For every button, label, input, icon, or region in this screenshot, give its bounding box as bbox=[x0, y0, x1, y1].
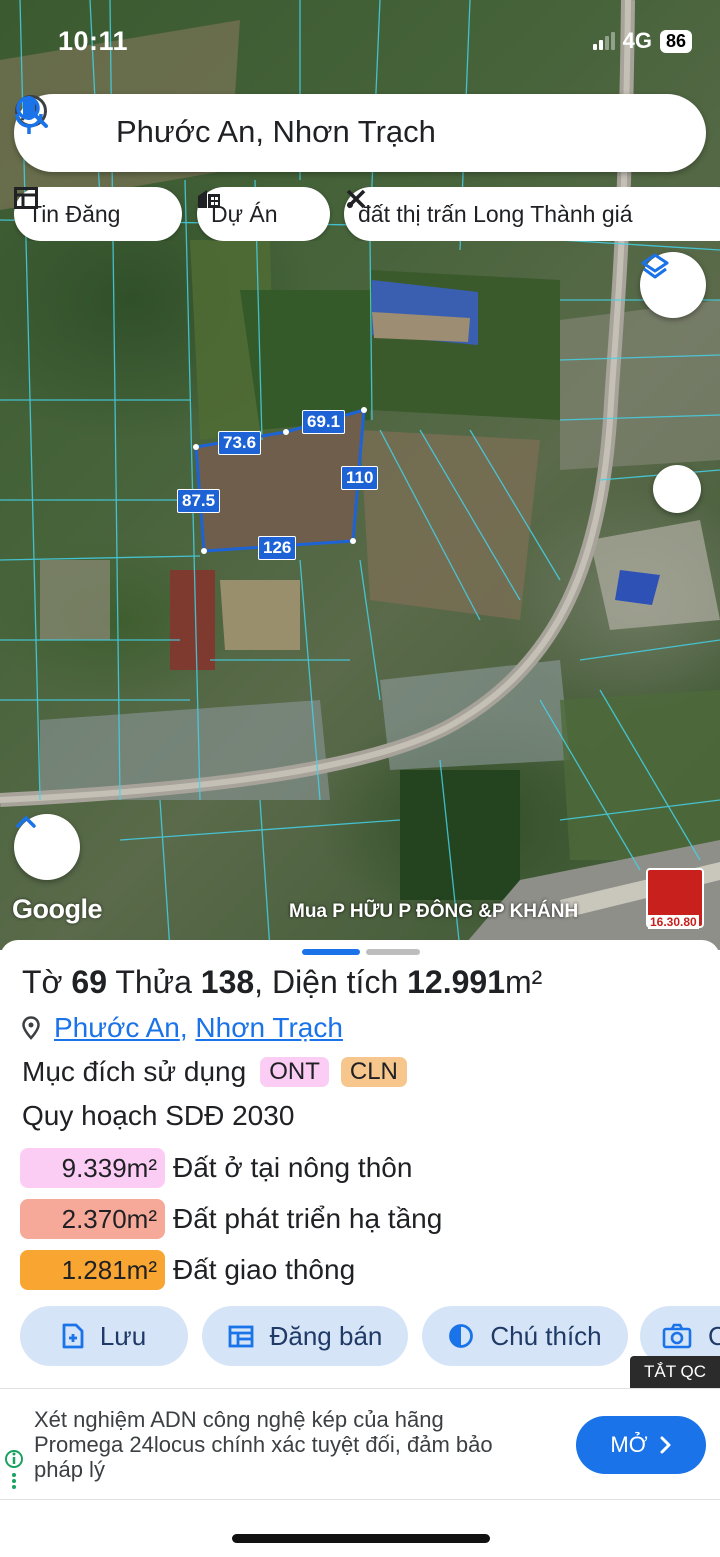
sheet-pager[interactable] bbox=[302, 949, 420, 955]
expand-sheet-button[interactable] bbox=[14, 814, 80, 880]
area-unit: m² bbox=[505, 964, 543, 1000]
location-handle[interactable] bbox=[653, 465, 701, 513]
ward-link[interactable]: Phước An bbox=[54, 1012, 180, 1044]
search-bar[interactable]: Phước An, Nhơn Trạch bbox=[14, 94, 706, 172]
ad-open-label: MỞ bbox=[610, 1432, 648, 1457]
plan-row: 2.370m² Đất phát triển hạ tầng bbox=[20, 1199, 442, 1239]
dimension-label: 87.5 bbox=[177, 489, 221, 513]
google-logo: Google bbox=[12, 894, 103, 924]
purpose-badge-cln[interactable]: CLN bbox=[340, 1057, 407, 1087]
search-input[interactable]: Phước An, Nhơn Trạch bbox=[116, 114, 436, 150]
building-icon bbox=[198, 190, 220, 208]
chevron-right-icon bbox=[660, 1436, 671, 1454]
chip-search-suggestion[interactable]: đất thị trấn Long Thành giá bbox=[344, 187, 720, 241]
ad-banner[interactable]: Xét nghiệm ADN công nghệ kép của hãng Pr… bbox=[0, 1388, 720, 1500]
ad-text[interactable]: Xét nghiệm ADN công nghệ kép của hãng Pr… bbox=[34, 1407, 534, 1482]
map-view[interactable]: 69.1 73.6 110 87.5 126 10:11 4G 86 Phước… bbox=[0, 0, 720, 950]
legend-label: Chú thích bbox=[490, 1320, 602, 1351]
post-sale-label: Đăng bán bbox=[269, 1320, 383, 1351]
dimension-label: 69.1 bbox=[302, 410, 346, 434]
ad-thumbnail-phone: 16.30.80 bbox=[648, 915, 699, 929]
signal-icon bbox=[592, 32, 615, 50]
camera-icon bbox=[662, 1323, 692, 1349]
parcel-location: Phước An, Nhơn Trạch bbox=[22, 1012, 343, 1044]
dimension-label: 73.6 bbox=[218, 431, 262, 455]
plan-title: Quy hoạch SDĐ 2030 bbox=[22, 1100, 295, 1131]
legend-button[interactable]: Chú thích bbox=[422, 1306, 628, 1366]
save-label: Lưu bbox=[99, 1320, 147, 1351]
hide-ads-button[interactable]: TẮT QC bbox=[630, 1356, 720, 1388]
network-type: 4G bbox=[622, 28, 652, 53]
chip-du-an[interactable]: Dự Án bbox=[197, 187, 330, 241]
post-sale-button[interactable]: Đăng bán bbox=[202, 1306, 408, 1366]
action-bar: Lưu Đăng bán Chú thích C bbox=[20, 1306, 720, 1366]
home-indicator[interactable] bbox=[232, 1534, 490, 1543]
dimension-label: 110 bbox=[341, 466, 379, 490]
add-document-icon bbox=[62, 1323, 84, 1349]
chevron-up-icon bbox=[16, 816, 36, 828]
parcel-area: 12.991 bbox=[407, 964, 505, 1000]
map-ad-caption[interactable]: Mua P HỮU P ĐÔNG &P KHÁNH bbox=[289, 901, 578, 923]
layers-button[interactable] bbox=[640, 252, 706, 318]
plan-area-value: 9.339m² bbox=[20, 1148, 165, 1188]
lot-number: 138 bbox=[200, 964, 255, 1000]
ad-info-icon[interactable] bbox=[4, 1449, 24, 1489]
listing-icon bbox=[14, 187, 38, 209]
plan-area-label: Đất ở tại nông thôn bbox=[173, 1152, 413, 1183]
location-pin-icon bbox=[22, 1016, 40, 1040]
tools-icon bbox=[346, 189, 366, 209]
chip-label: đất thị trấn Long Thành giá bbox=[358, 200, 633, 227]
dimension-label: 126 bbox=[258, 536, 297, 560]
purpose-label: Mục đích sử dụng bbox=[22, 1056, 247, 1087]
district-link[interactable]: Nhơn Trạch bbox=[195, 1012, 343, 1044]
status-time: 10:11 bbox=[58, 26, 129, 56]
pager-dot-active[interactable] bbox=[302, 949, 360, 955]
microphone-icon[interactable] bbox=[14, 94, 44, 136]
plan-area-value: 2.370m² bbox=[20, 1199, 165, 1239]
plan-row: 9.339m² Đất ở tại nông thôn bbox=[20, 1148, 412, 1188]
save-button[interactable]: Lưu bbox=[20, 1306, 188, 1366]
category-chips: Tin Đăng Dự Án đất thị trấn Long Thành g… bbox=[14, 187, 720, 241]
land-use-purpose: Mục đích sử dụng ONT CLN bbox=[22, 1056, 407, 1088]
parcel-info-sheet: Tờ 69 Thửa 138, Diện tích 12.991m² Phước… bbox=[0, 940, 720, 1557]
area-prefix: , Diện tích bbox=[254, 964, 399, 1000]
plan-row: 1.281m² Đất giao thông bbox=[20, 1250, 355, 1290]
pager-dot[interactable] bbox=[366, 949, 420, 955]
sheet-prefix: Tờ bbox=[22, 964, 63, 1000]
layers-icon bbox=[641, 253, 669, 279]
lot-prefix: Thửa bbox=[115, 964, 192, 1000]
battery-icon: 86 bbox=[659, 29, 692, 53]
parcel-title: Tờ 69 Thửa 138, Diện tích 12.991m² bbox=[22, 964, 542, 1001]
plan-area-value: 1.281m² bbox=[20, 1250, 165, 1290]
status-indicators: 4G 86 bbox=[592, 28, 692, 54]
ad-open-button[interactable]: MỞ bbox=[576, 1416, 706, 1474]
contrast-icon bbox=[449, 1324, 474, 1348]
camera-label: C bbox=[708, 1320, 720, 1351]
plan-area-label: Đất giao thông bbox=[173, 1254, 356, 1285]
sheet-number: 69 bbox=[71, 964, 108, 1000]
calendar-icon bbox=[228, 1325, 254, 1348]
chip-tin-dang[interactable]: Tin Đăng bbox=[14, 187, 182, 241]
purpose-badge-ont[interactable]: ONT bbox=[260, 1057, 329, 1087]
status-bar: 10:11 4G 86 bbox=[0, 0, 720, 80]
chip-label: Tin Đăng bbox=[28, 200, 121, 227]
location-separator: , bbox=[179, 1012, 188, 1043]
plan-area-label: Đất phát triển hạ tầng bbox=[173, 1203, 443, 1234]
